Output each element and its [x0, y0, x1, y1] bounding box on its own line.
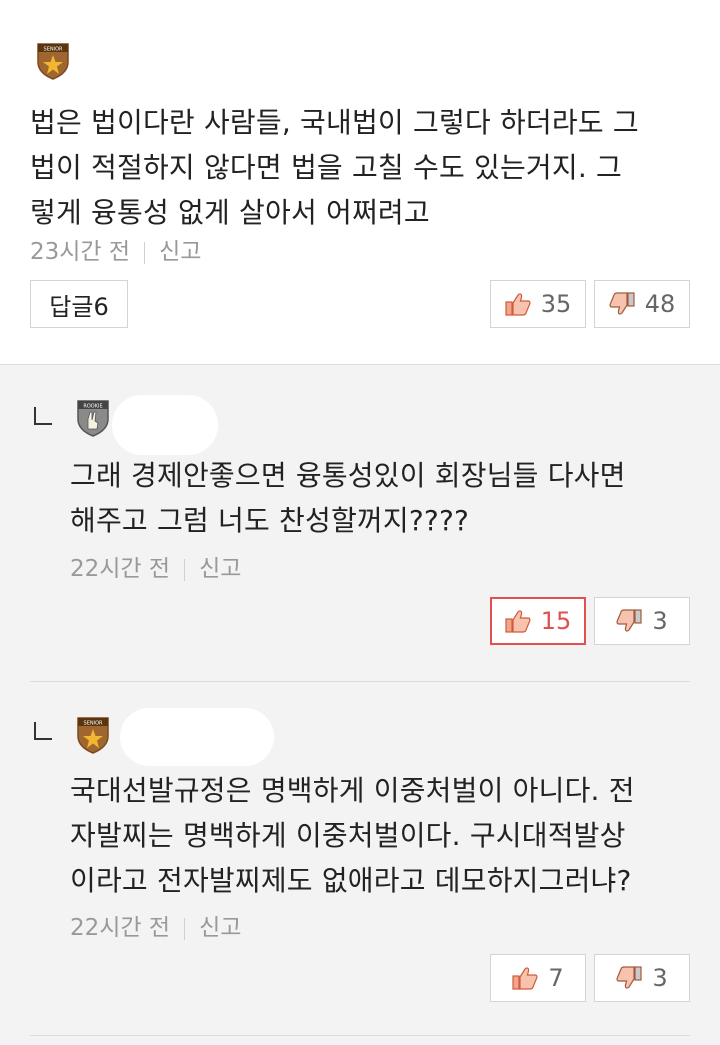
replies-section: ROOKIE 그래 경제안좋으면 융통성있이 회장님들 다사면 해주고 그럼 너… [0, 364, 720, 1045]
reply-indicator-icon [34, 407, 52, 425]
username-blurred [120, 708, 274, 766]
comment: SENIOR 법은 법이다란 사람들, 국내법이 그렇다 하더라도 그 법이 적… [0, 0, 720, 356]
reply-divider [30, 1035, 690, 1036]
thumbs-down-icon [609, 292, 635, 315]
comment-text: 법은 법이다란 사람들, 국내법이 그렇다 하더라도 그 법이 적절하지 않다면… [30, 100, 690, 235]
dislike-count: 3 [652, 607, 668, 635]
comment-line: 법은 법이다란 사람들, 국내법이 그렇다 하더라도 그 [30, 106, 639, 139]
username-blurred [112, 395, 218, 455]
dislike-button[interactable]: 3 [594, 597, 690, 645]
timestamp: 23시간 전 [30, 239, 131, 265]
reply-button[interactable]: 답글6 [30, 280, 128, 328]
rookie-badge-icon: ROOKIE [77, 400, 109, 437]
dislike-count: 48 [644, 290, 676, 318]
reply-meta: 22시간 전 신고 [70, 549, 241, 583]
senior-badge-icon: SENIOR [77, 717, 109, 754]
report-link[interactable]: 신고 [199, 556, 241, 582]
reply-indicator-icon [34, 722, 52, 740]
meta-separator [184, 558, 186, 581]
comment-line: 법이 적절하지 않다면 법을 고칠 수도 있는거지. 그 [30, 151, 623, 184]
report-link[interactable]: 신고 [159, 239, 201, 265]
svg-text:SENIOR: SENIOR [44, 47, 63, 53]
reply-item: SENIOR 국대선발규정은 명백하게 이중처벌이 아니다. 전 자발찌는 명백… [0, 682, 720, 1042]
comment-line: 렇게 융통성 없게 살아서 어쩌려고 [30, 196, 430, 229]
svg-text:ROOKIE: ROOKIE [83, 404, 102, 410]
report-link[interactable]: 신고 [199, 915, 241, 941]
timestamp: 22시간 전 [70, 915, 171, 941]
thumbs-up-icon [512, 967, 538, 990]
like-count: 35 [540, 290, 572, 318]
thumbs-up-icon [505, 293, 531, 316]
reply-line: 자발찌는 명백하게 이중처벌이다. 구시대적발상 [70, 819, 626, 852]
dislike-button[interactable]: 48 [594, 280, 690, 328]
thumbs-down-icon [616, 966, 642, 989]
reply-meta: 22시간 전 신고 [70, 908, 241, 942]
like-button[interactable]: 35 [490, 280, 586, 328]
meta-separator [184, 917, 186, 940]
reply-line: 그래 경제안좋으면 융통성있이 회장님들 다사면 [70, 459, 626, 492]
reply-text: 국대선발규정은 명백하게 이중처벌이 아니다. 전 자발찌는 명백하게 이중처벌… [70, 768, 700, 903]
reply-line: 이라고 전자발찌제도 없애라고 데모하지그러냐? [70, 864, 632, 897]
senior-badge-icon: SENIOR [37, 43, 69, 80]
reply-line: 국대선발규정은 명백하게 이중처벌이 아니다. 전 [70, 774, 635, 807]
reply-button-label: 답글6 [49, 292, 109, 321]
like-count: 15 [540, 607, 572, 635]
thumbs-down-icon [616, 609, 642, 632]
like-count: 7 [548, 964, 564, 992]
comment-meta: 23시간 전 신고 [30, 232, 201, 266]
timestamp: 22시간 전 [70, 556, 171, 582]
like-button[interactable]: 7 [490, 954, 586, 1002]
like-button[interactable]: 15 [490, 597, 586, 645]
meta-separator [144, 241, 146, 264]
reply-line: 해주고 그럼 너도 찬성할꺼지???? [70, 504, 470, 537]
reply-item: ROOKIE 그래 경제안좋으면 융통성있이 회장님들 다사면 해주고 그럼 너… [0, 365, 720, 681]
svg-text:SENIOR: SENIOR [84, 721, 103, 727]
reply-text: 그래 경제안좋으면 융통성있이 회장님들 다사면 해주고 그럼 너도 찬성할꺼지… [70, 453, 700, 543]
dislike-count: 3 [652, 964, 668, 992]
thumbs-up-icon [505, 610, 531, 633]
dislike-button[interactable]: 3 [594, 954, 690, 1002]
